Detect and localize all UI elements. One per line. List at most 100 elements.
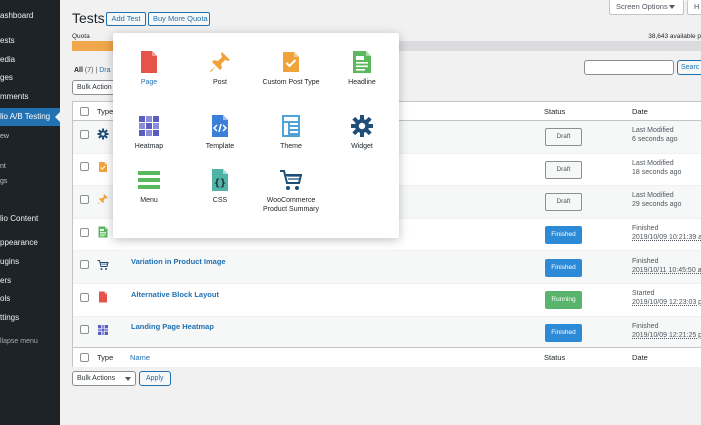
bulk-actions-select-bottom[interactable]: Bulk Actions bbox=[72, 371, 136, 386]
add-test-option-label: Menu bbox=[140, 197, 158, 204]
bulk-actions-top-label: Bulk Action bbox=[77, 84, 112, 91]
add-test-option-label: Widget bbox=[351, 143, 373, 150]
row-checkbox[interactable] bbox=[80, 227, 89, 237]
add-test-option-theme[interactable]: Theme bbox=[255, 114, 327, 151]
custom-post-icon bbox=[255, 50, 327, 74]
add-test-option-post[interactable]: Post bbox=[184, 50, 256, 87]
pin-icon bbox=[184, 50, 256, 74]
select-all-checkbox[interactable] bbox=[80, 107, 89, 116]
date-value: 6 seconds ago bbox=[632, 136, 678, 144]
filter-all-count: (7) bbox=[84, 67, 94, 74]
caret-down-icon bbox=[669, 5, 675, 9]
css-icon: {} bbox=[184, 168, 256, 192]
column-header-type: Type bbox=[97, 107, 114, 116]
svg-text:{}: {} bbox=[214, 178, 226, 189]
column-footer-date[interactable]: Date bbox=[632, 353, 648, 362]
add-test-option-widget[interactable]: Widget bbox=[326, 114, 398, 151]
add-test-option-label: Headline bbox=[348, 79, 376, 86]
add-test-button[interactable]: Add Test bbox=[106, 12, 146, 26]
date-label: Last Modified bbox=[632, 127, 674, 135]
filter-drafts[interactable]: Dra bbox=[99, 67, 110, 74]
cart-icon bbox=[255, 168, 327, 192]
date-label: Finished bbox=[632, 322, 659, 330]
row-checkbox[interactable] bbox=[80, 194, 89, 204]
select-all-checkbox-footer[interactable] bbox=[80, 353, 89, 362]
screen-options-button[interactable]: Screen Options bbox=[609, 0, 684, 15]
add-test-option-heatmap[interactable]: Heatmap bbox=[113, 114, 185, 151]
sidebar-item-ab-testing[interactable]: lio A/B Testing bbox=[0, 108, 60, 126]
sidebar-subitem-overview[interactable]: ew bbox=[0, 130, 60, 144]
headline-icon bbox=[326, 50, 398, 74]
gear-icon bbox=[97, 128, 109, 140]
column-header-date[interactable]: Date bbox=[632, 107, 648, 116]
row-checkbox[interactable] bbox=[80, 162, 89, 172]
add-test-popup: Page Post Custom Post Type Headline Heatmap T… bbox=[113, 33, 399, 238]
date-label: Finished bbox=[632, 225, 659, 233]
sidebar-item-tools[interactable]: ols bbox=[0, 292, 60, 306]
sidebar-item-plugins[interactable]: ugins bbox=[0, 255, 60, 269]
sidebar-item-posts[interactable]: ests bbox=[0, 34, 60, 48]
page-icon bbox=[97, 291, 109, 303]
date-value: 29 seconds ago bbox=[632, 201, 682, 209]
sidebar-subitem-account[interactable]: nt bbox=[0, 160, 60, 174]
quota-label: Quota bbox=[72, 33, 90, 40]
test-name-link[interactable]: Variation in Product Image bbox=[131, 257, 226, 266]
test-name-link[interactable]: Alternative Block Layout bbox=[131, 290, 219, 299]
date-label: Started bbox=[632, 290, 655, 298]
status-badge: Draft bbox=[545, 160, 582, 179]
sidebar-item-settings[interactable]: ttings bbox=[0, 311, 60, 325]
row-checkbox[interactable] bbox=[80, 292, 89, 302]
add-test-option-template[interactable]: Template bbox=[184, 114, 256, 151]
sidebar-item-comments[interactable]: mments bbox=[0, 90, 60, 104]
row-checkbox[interactable] bbox=[80, 260, 89, 270]
add-test-option-woocommerce-product-summary[interactable]: WooCommerce Product Summary bbox=[255, 168, 327, 214]
date-value: 2019/10/09 10:21:39 a bbox=[632, 234, 701, 242]
add-test-option-page[interactable]: Page bbox=[113, 50, 185, 87]
filter-all[interactable]: All bbox=[74, 67, 83, 74]
admin-sidebar: ashboard ests edia ges mments lio A/B Te… bbox=[0, 0, 60, 425]
buy-more-quota-button[interactable]: Buy More Quota bbox=[148, 12, 210, 26]
date-value: 2019/10/09 12:21:25 p bbox=[632, 331, 701, 339]
add-test-option-label: Post bbox=[212, 79, 227, 86]
apply-button[interactable]: Apply bbox=[139, 371, 171, 386]
filter-separator: | bbox=[95, 67, 98, 74]
help-button[interactable]: H bbox=[687, 0, 701, 15]
date-label: Last Modified bbox=[632, 159, 674, 167]
search-input[interactable] bbox=[584, 60, 674, 75]
sidebar-collapse-menu[interactable]: llapse menu bbox=[0, 335, 60, 349]
status-badge: Running bbox=[545, 291, 582, 310]
table-row: Alternative Block Layout Running Started 20… bbox=[73, 284, 701, 317]
sidebar-item-users[interactable]: ers bbox=[0, 274, 60, 288]
search-button[interactable]: Searc bbox=[677, 60, 701, 75]
add-test-option-headline[interactable]: Headline bbox=[326, 50, 398, 87]
test-name-link[interactable]: Landing Page Heatmap bbox=[131, 322, 214, 331]
add-test-option-custom-post-type[interactable]: Custom Post Type bbox=[255, 50, 327, 87]
column-footer-name[interactable]: Name bbox=[130, 353, 150, 362]
add-test-option-label: Heatmap bbox=[134, 143, 164, 150]
date-label: Last Modified bbox=[632, 192, 674, 200]
status-badge: Draft bbox=[545, 128, 582, 147]
add-test-option-label: Theme bbox=[280, 143, 302, 150]
add-test-option-menu[interactable]: Menu bbox=[113, 168, 185, 205]
widget-icon bbox=[326, 114, 398, 138]
quota-bar-fill bbox=[72, 41, 117, 51]
column-header-status: Status bbox=[544, 107, 566, 116]
add-test-option-label: WooCommerce Product Summary bbox=[262, 197, 320, 213]
row-checkbox[interactable] bbox=[80, 129, 89, 139]
sidebar-item-appearance[interactable]: ppearance bbox=[0, 236, 60, 250]
sidebar-item-pages[interactable]: ges bbox=[0, 71, 60, 85]
date-value: 2019/10/09 12:23:03 p bbox=[632, 299, 701, 307]
cart-icon bbox=[97, 259, 109, 271]
row-checkbox[interactable] bbox=[80, 325, 89, 335]
sidebar-item-content[interactable]: lio Content bbox=[0, 212, 60, 226]
date-value: 2019/10/11 10:45:50 a bbox=[632, 266, 701, 274]
heatmap-icon bbox=[97, 324, 109, 336]
bulk-actions-select-top[interactable]: Bulk Action bbox=[72, 80, 116, 95]
sidebar-item-media[interactable]: edia bbox=[0, 53, 60, 67]
add-test-option-label: Custom Post Type bbox=[262, 79, 320, 86]
caret-down-icon bbox=[125, 377, 131, 381]
sidebar-subitem-settings[interactable]: gs bbox=[0, 175, 60, 189]
sidebar-item-dashboard[interactable]: ashboard bbox=[0, 9, 60, 23]
add-test-option-css[interactable]: {} CSS bbox=[184, 168, 256, 205]
table-footer-row: Type Name Status Date bbox=[73, 347, 701, 367]
